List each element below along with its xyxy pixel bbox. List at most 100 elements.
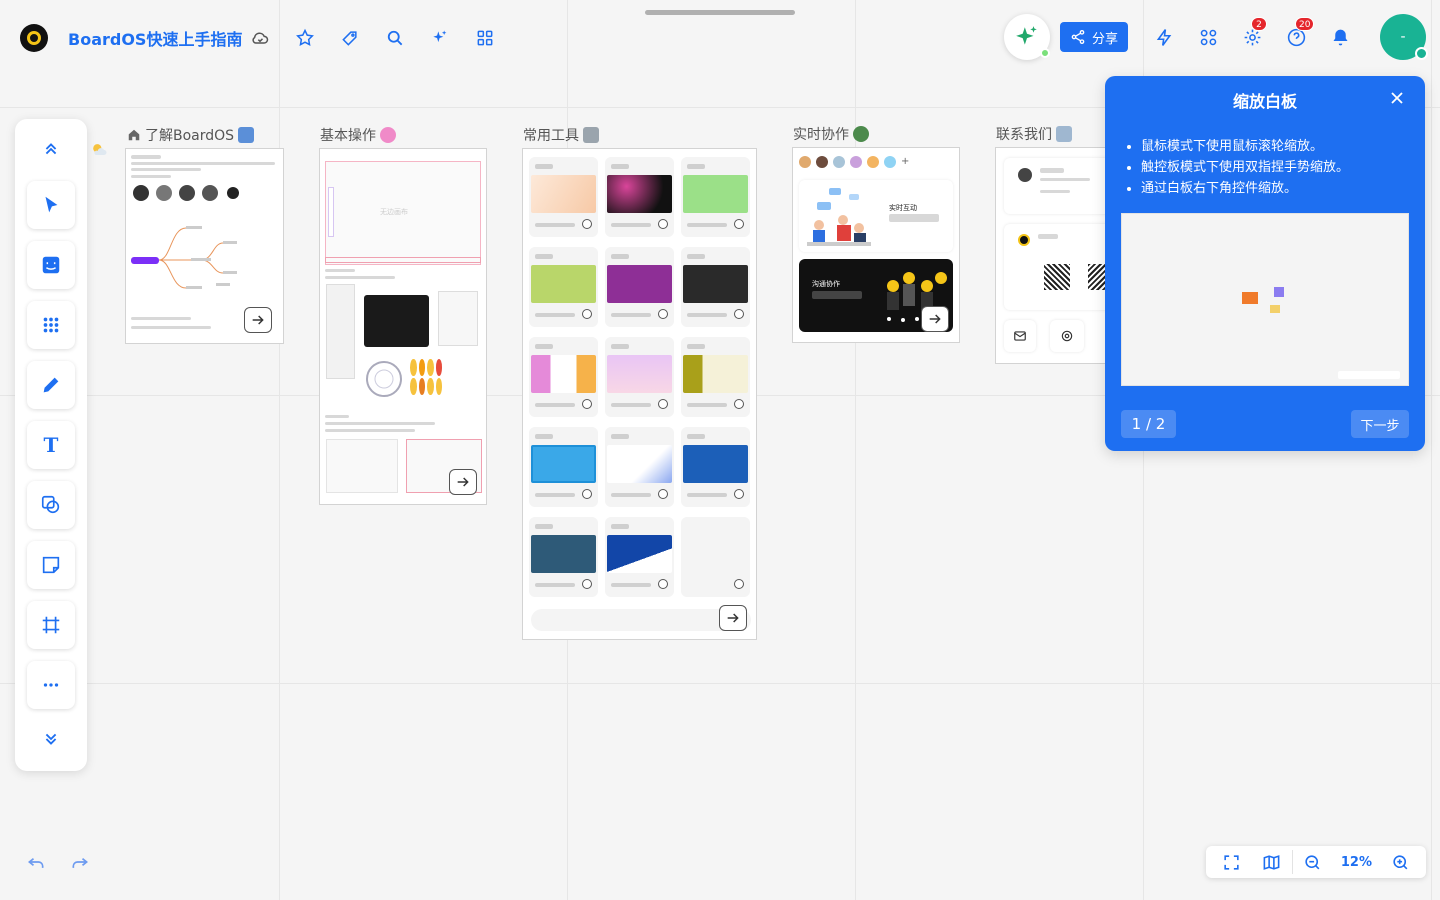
weather-emoji-icon bbox=[88, 140, 110, 160]
lightning-icon[interactable] bbox=[1152, 25, 1176, 49]
user-avatar[interactable]: - bbox=[1380, 14, 1428, 60]
frame-title-tools[interactable]: 常用工具 bbox=[523, 125, 599, 145]
ai-status-dot bbox=[1039, 48, 1050, 58]
help-badge: 20 bbox=[1295, 17, 1315, 31]
collapse-down-icon[interactable] bbox=[27, 715, 75, 763]
tool-card[interactable] bbox=[605, 157, 674, 237]
frame-title-contact[interactable]: 联系我们 bbox=[996, 124, 1072, 144]
frame-title-text: 常用工具 bbox=[523, 128, 579, 144]
frame-contact[interactable] bbox=[995, 147, 1114, 364]
sticky-note-tool[interactable] bbox=[27, 541, 75, 589]
avatar-text: - bbox=[1400, 29, 1406, 45]
help-icon[interactable]: 20 bbox=[1284, 17, 1315, 49]
frame-title-text: 了解BoardOS bbox=[145, 128, 235, 144]
share-button[interactable]: 分享 bbox=[1059, 22, 1128, 52]
app-logo[interactable] bbox=[20, 24, 48, 52]
tool-card[interactable] bbox=[529, 427, 598, 507]
tool-card[interactable] bbox=[529, 337, 598, 417]
settings-gear-icon[interactable]: 2 bbox=[1240, 17, 1267, 49]
frame-common-tools[interactable] bbox=[522, 148, 757, 640]
frame-title-basic[interactable]: 基本操作 bbox=[320, 125, 396, 145]
frame-intro[interactable] bbox=[125, 148, 284, 344]
lollipop-emoji-icon bbox=[380, 127, 396, 143]
tool-card[interactable] bbox=[529, 247, 598, 327]
tool-card[interactable] bbox=[529, 517, 598, 597]
collapse-up-icon[interactable] bbox=[27, 125, 75, 173]
info-emoji-icon bbox=[238, 127, 255, 143]
finder-tool[interactable] bbox=[27, 241, 75, 289]
basic-ops-arrow-button[interactable] bbox=[449, 469, 477, 495]
search-icon[interactable] bbox=[383, 26, 407, 50]
left-toolbar: T bbox=[15, 119, 87, 771]
tool-card[interactable] bbox=[681, 337, 750, 417]
redo-icon[interactable] bbox=[68, 850, 92, 874]
support-contact-icon[interactable] bbox=[1050, 320, 1084, 352]
grid-apps-icon[interactable] bbox=[473, 26, 497, 50]
next-step-button[interactable]: 下一步 bbox=[1351, 410, 1409, 438]
panel-tips-list: 鼠标模式下使用鼠标滚轮缩放。 触控板模式下使用双指捏手势缩放。 通过白板右下角控… bbox=[1141, 136, 1349, 199]
tag-icon[interactable] bbox=[338, 26, 362, 50]
frame-basic-ops[interactable]: 无边画布 bbox=[319, 148, 487, 505]
canvas-hint-label: 无边画布 bbox=[380, 208, 408, 216]
fullscreen-icon[interactable] bbox=[1215, 850, 1249, 874]
share-label: 分享 bbox=[1091, 31, 1118, 47]
zoom-tip-panel: 缩放白板 鼠标模式下使用鼠标滚轮缩放。 触控板模式下使用双指捏手势缩放。 通过白… bbox=[1105, 76, 1425, 451]
tool-card[interactable] bbox=[681, 157, 750, 237]
intro-illustration bbox=[131, 185, 239, 289]
frame-collab[interactable]: + 实时互动 沟通协作 bbox=[792, 147, 960, 343]
tools-emoji-icon bbox=[583, 127, 599, 143]
undo-icon[interactable] bbox=[24, 850, 48, 874]
drag-handle[interactable] bbox=[645, 10, 795, 15]
star-icon[interactable] bbox=[293, 26, 317, 50]
tool-card[interactable] bbox=[605, 517, 674, 597]
panel-tip: 触控板模式下使用双指捏手势缩放。 bbox=[1141, 157, 1349, 178]
home-icon bbox=[128, 129, 140, 141]
undo-redo-group bbox=[24, 850, 112, 874]
intro-arrow-button[interactable] bbox=[244, 307, 272, 333]
tool-card[interactable] bbox=[681, 247, 750, 327]
more-tools[interactable] bbox=[27, 661, 75, 709]
tools-arrow-button[interactable] bbox=[719, 605, 747, 631]
panel-tip: 通过白板右下角控件缩放。 bbox=[1141, 178, 1349, 199]
command-icon[interactable] bbox=[1196, 25, 1220, 49]
frame-tool[interactable] bbox=[27, 601, 75, 649]
frame-title-collab[interactable]: 实时协作 bbox=[793, 124, 869, 144]
sparkle-icon[interactable] bbox=[428, 26, 452, 50]
settings-badge: 2 bbox=[1251, 17, 1267, 31]
tool-card[interactable] bbox=[681, 517, 750, 597]
panel-title: 缩放白板 bbox=[1232, 92, 1297, 111]
zoom-level[interactable]: 12% bbox=[1333, 855, 1380, 870]
zoom-out-icon[interactable] bbox=[1296, 850, 1330, 874]
tool-card[interactable] bbox=[605, 427, 674, 507]
tool-card[interactable] bbox=[605, 247, 674, 327]
board-title[interactable]: BoardOS快速上手指南 bbox=[68, 26, 242, 50]
text-tool[interactable]: T bbox=[27, 421, 75, 469]
email-contact-icon[interactable] bbox=[1004, 320, 1036, 352]
apps-dots-tool[interactable] bbox=[27, 301, 75, 349]
frame-title-intro[interactable]: 了解BoardOS bbox=[127, 125, 255, 145]
tool-card[interactable] bbox=[605, 337, 674, 417]
cloud-sync-icon bbox=[248, 26, 272, 50]
zoom-controls: 12% bbox=[1205, 846, 1426, 878]
tree-emoji-icon bbox=[853, 126, 869, 142]
zoom-in-icon[interactable] bbox=[1383, 850, 1417, 874]
shape-tool[interactable] bbox=[27, 481, 75, 529]
pen-tool[interactable] bbox=[27, 361, 75, 409]
bell-icon[interactable] bbox=[1328, 25, 1352, 49]
online-indicator bbox=[1415, 47, 1428, 60]
collab-label-2: 沟通协作 bbox=[812, 280, 840, 288]
collab-label-1: 实时互动 bbox=[889, 204, 917, 212]
map-icon[interactable] bbox=[1255, 850, 1289, 874]
collab-arrow-button[interactable] bbox=[921, 306, 949, 332]
close-icon[interactable] bbox=[1387, 88, 1407, 108]
frame-title-text: 实时协作 bbox=[793, 127, 849, 143]
frame-title-text: 联系我们 bbox=[996, 127, 1052, 143]
tool-card[interactable] bbox=[681, 427, 750, 507]
text-tool-icon: T bbox=[43, 433, 59, 457]
topbar-left: BoardOS快速上手指南 bbox=[20, 20, 497, 56]
page-indicator: 1 / 2 bbox=[1121, 410, 1176, 438]
select-pointer-tool[interactable] bbox=[27, 181, 75, 229]
ai-assistant-button[interactable] bbox=[1003, 14, 1050, 60]
frame-title-text: 基本操作 bbox=[320, 128, 376, 144]
tool-card[interactable] bbox=[529, 157, 598, 237]
